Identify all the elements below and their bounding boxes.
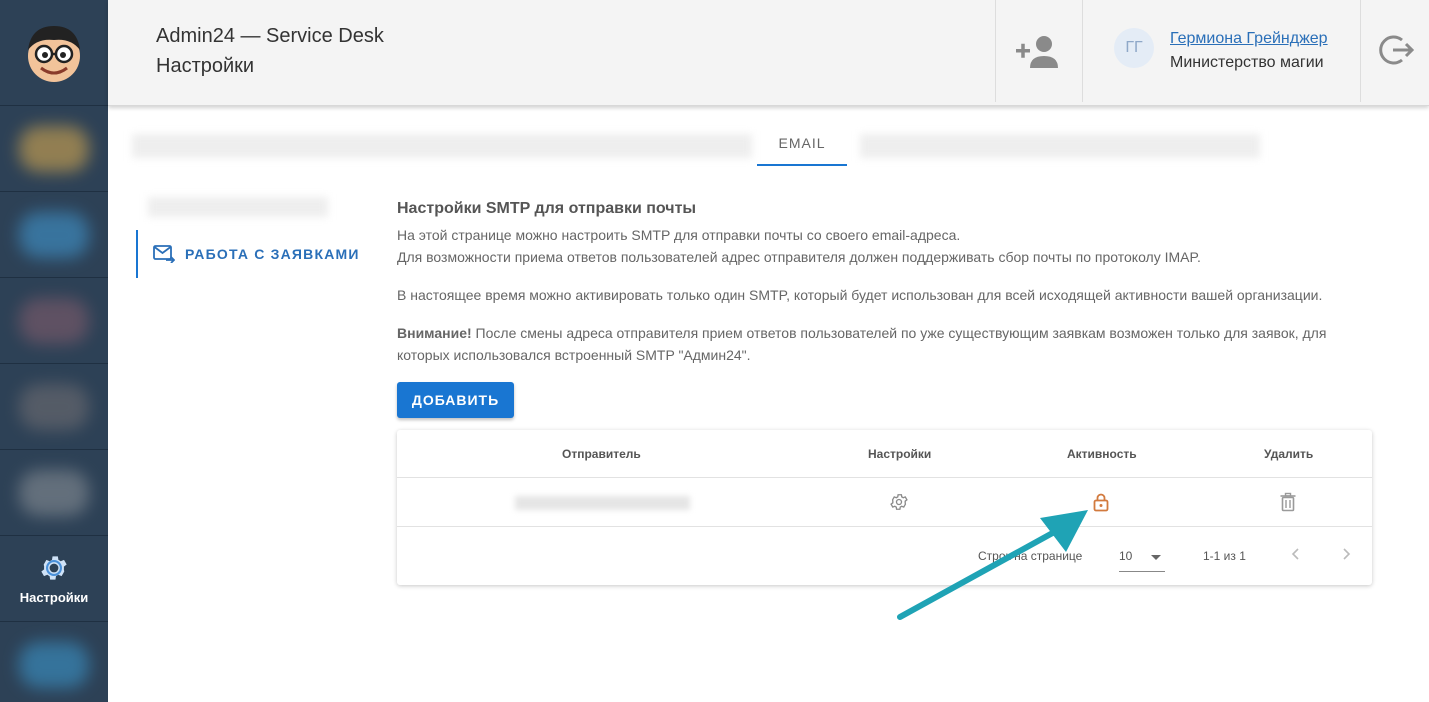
blurred-icon [19,211,89,258]
rows-per-page-value: 10 [1119,549,1133,563]
add-button[interactable]: ДОБАВИТЬ [397,382,514,418]
sidebar-item-5[interactable] [0,450,108,536]
side-menu-item-tickets[interactable]: РАБОТА С ЗАЯВКАМИ [136,230,366,278]
blurred-side-item [148,197,328,217]
logout-icon[interactable] [1378,32,1414,68]
sidebar-item-4[interactable] [0,364,108,450]
sidebar-item-settings[interactable]: Настройки [0,536,108,622]
sidebar-item-2[interactable] [0,192,108,278]
smtp-settings-content: Настройки SMTP для отправки почты На это… [397,200,1377,366]
sidebar-item-3[interactable] [0,278,108,364]
top-header: Admin24 — Service Desk Настройки ГГ Герм… [108,0,1429,106]
column-header-sender[interactable]: Отправитель [562,447,641,461]
sidebar-item-label: Настройки [19,590,89,605]
column-header-activity: Активность [1067,447,1137,461]
annotation-arrow-icon [897,510,1088,620]
app-title: Admin24 — Service Desk [156,25,384,47]
blurred-icon [19,642,89,688]
column-header-delete: Удалить [1264,447,1314,461]
row-divider [397,526,1372,527]
sidebar: Настройки [0,0,108,702]
warning-body: После смены адреса отправителя прием отв… [397,325,1327,363]
sidebar-item-1[interactable] [0,106,108,192]
side-menu-item-label: РАБОТА С ЗАЯВКАМИ [185,246,360,262]
smtp-table: Отправитель Настройки Активность Удалить… [397,430,1372,585]
chevron-left-icon[interactable] [1289,547,1303,561]
chevron-right-icon[interactable] [1339,547,1353,561]
column-header-settings: Настройки [868,447,932,461]
description-line: Для возможности приема ответов пользоват… [397,249,1201,265]
blurred-icon [19,469,89,516]
pagination-range: 1-1 из 1 [1203,549,1246,563]
sidebar-item-7[interactable] [0,622,108,702]
app-logo[interactable] [0,0,108,106]
mascot-logo-icon [28,25,80,82]
header-divider [1360,0,1361,102]
blurred-icon [19,125,89,172]
avatar[interactable]: ГГ [1114,28,1154,68]
description-line: На этой странице можно настроить SMTP дл… [397,227,961,243]
blurred-sender-email [515,496,690,510]
user-organization: Министерство магии [1170,54,1324,71]
row-divider [397,477,1372,478]
description-line: В настоящее время можно активировать тол… [397,287,1323,303]
page-title: Настройки [156,55,255,77]
section-title: Настройки SMTP для отправки почты [397,200,697,217]
header-divider [1082,0,1083,102]
warning-text: Внимание! После смены адреса отправителя… [397,322,1377,366]
blurred-tabs-right [860,134,1260,158]
blurred-tabs-left [132,134,752,158]
mail-forward-icon [153,245,175,263]
blurred-icon [19,297,89,344]
blurred-icon [19,383,89,430]
trash-icon[interactable] [1278,492,1298,512]
add-user-icon[interactable] [1014,32,1062,72]
header-divider [995,0,996,102]
warning-label: Внимание! [397,325,472,341]
caret-down-icon [1151,555,1161,560]
rows-per-page-select[interactable]: 10 [1119,542,1165,572]
gear-icon [41,556,67,580]
tab-email[interactable]: EMAIL [757,124,847,166]
user-name-link[interactable]: Гермиона Грейнджер [1170,30,1328,48]
